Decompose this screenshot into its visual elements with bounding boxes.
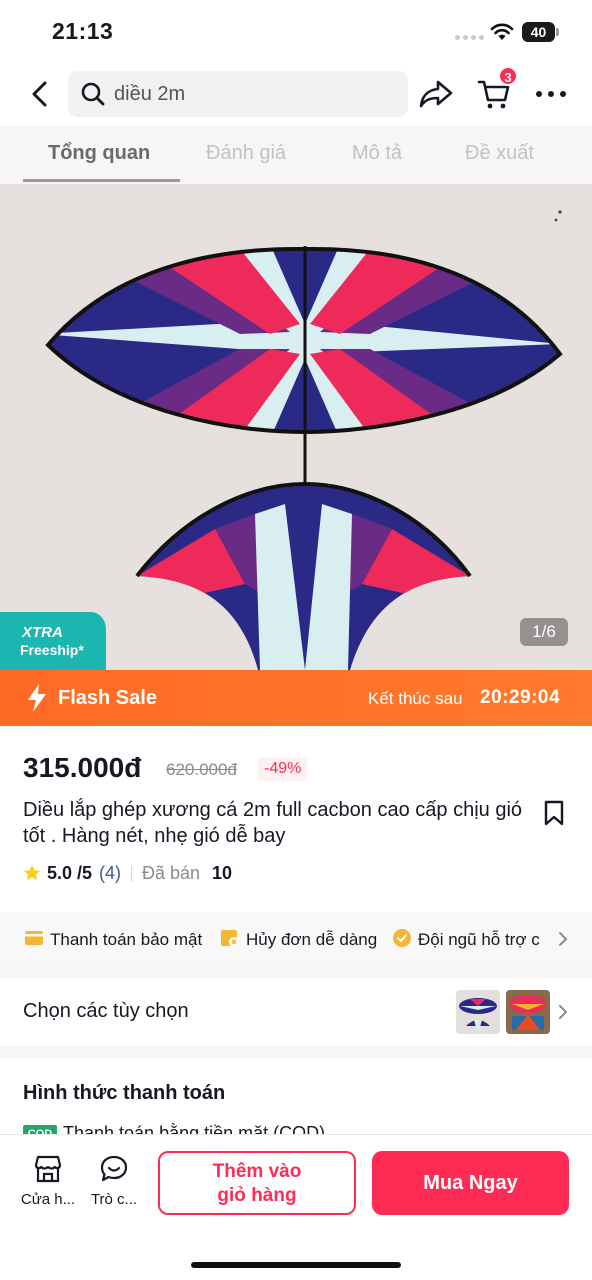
battery-level: 40 [522, 22, 555, 42]
add-to-cart-button[interactable]: Thêm vào giỏ hàng [158, 1151, 356, 1215]
assurance-secure-payment: Thanh toán bảo mật [24, 928, 202, 950]
tab-overview[interactable]: Tổng quan [48, 142, 150, 165]
variant-thumbnail[interactable] [456, 990, 500, 1034]
check-badge-icon [393, 929, 411, 947]
buy-now-button[interactable]: Mua Ngay [372, 1151, 569, 1215]
bookmark-icon[interactable] [542, 800, 566, 826]
battery-icon: 40 [522, 22, 560, 42]
shop-button[interactable]: Cửa h... [16, 1153, 80, 1221]
chevron-right-icon[interactable] [556, 930, 570, 948]
original-price: 620.000đ [166, 760, 237, 779]
product-title: Diều lắp ghép xương cá 2m full cacbon ca… [23, 799, 523, 847]
flash-sale-ends-label: Kết thúc sau [368, 689, 463, 708]
rating-count[interactable]: (4) [99, 863, 121, 884]
assurance-row[interactable]: Thanh toán bảo mật Hủy đơn dễ dàng Đội n… [0, 912, 592, 966]
status-time: 21:13 [52, 18, 114, 44]
rating-divider [131, 866, 132, 882]
top-nav: diều 2m 3 [0, 62, 592, 126]
back-arrow-icon[interactable] [24, 78, 56, 110]
flash-sale-bar: Flash Sale Kết thúc sau 20:29:04 [0, 670, 592, 726]
flash-sale-label: Flash Sale [58, 687, 157, 709]
assurance-support-team: Đội ngũ hỗ trợ c [392, 928, 540, 950]
assurance-easy-cancel: Hủy đơn dễ dàng [220, 928, 377, 950]
tab-reviews[interactable]: Đánh giá [206, 142, 286, 165]
xtra-freeship-badge [0, 612, 106, 670]
tab-description[interactable]: Mô tả [352, 142, 402, 165]
home-indicator[interactable] [191, 1262, 401, 1268]
product-image-gallery[interactable]: XTRA Freeship* 1/6 [0, 184, 592, 670]
chat-button[interactable]: Trò c... [82, 1153, 146, 1221]
shop-label: Cửa h... [20, 1191, 76, 1208]
options-label: Chọn các tùy chọn [23, 1000, 189, 1022]
chat-icon [100, 1155, 128, 1182]
lightning-icon [28, 684, 46, 712]
more-icon[interactable] [534, 82, 568, 106]
search-input[interactable]: diều 2m [68, 71, 408, 117]
chat-label: Trò c... [90, 1191, 138, 1208]
signal-icon [455, 35, 484, 41]
bottom-action-bar: Cửa h... Trò c... Thêm vào giỏ hàng Mua … [0, 1134, 592, 1280]
assurance-label: Đội ngũ hỗ trợ c [418, 930, 540, 949]
section-tabs: Tổng quan Đánh giá Mô tả Đề xuất [0, 126, 592, 184]
store-icon [34, 1155, 62, 1183]
xtra-title: XTRA [22, 624, 63, 641]
tab-recommended[interactable]: Đề xuất [465, 142, 534, 165]
variant-selector[interactable]: Chọn các tùy chọn [0, 978, 592, 1046]
add-to-cart-label-line1: Thêm vào [212, 1161, 302, 1182]
image-counter: 1/6 [520, 618, 568, 646]
assurance-label: Thanh toán bảo mật [50, 930, 203, 949]
sale-price: 315.000đ [23, 752, 142, 783]
star-icon [24, 865, 40, 881]
flash-sale-countdown: 20:29:04 [480, 687, 561, 708]
search-query: diều 2m [114, 83, 186, 105]
wifi-icon [490, 23, 514, 40]
product-image [0, 184, 592, 670]
cancel-order-icon [221, 930, 239, 947]
assurance-label: Hủy đơn dễ dàng [246, 930, 378, 949]
discount-badge: -49% [258, 757, 308, 781]
status-bar: 21:13 40 [0, 0, 592, 62]
card-icon [25, 931, 43, 945]
xtra-subtitle: Freeship* [20, 642, 84, 658]
cart-count-badge: 3 [498, 66, 518, 86]
rating-value: 5.0 /5 [47, 863, 93, 883]
section-divider [0, 966, 592, 978]
search-icon [81, 82, 105, 106]
chevron-right-icon[interactable] [556, 1003, 570, 1021]
share-icon[interactable] [418, 78, 454, 110]
sold-count: 10 [212, 863, 233, 883]
section-divider [0, 1046, 592, 1058]
payment-section-title: Hình thức thanh toán [23, 1082, 226, 1104]
variant-thumbnail[interactable] [506, 990, 550, 1034]
add-to-cart-label-line2: giỏ hàng [217, 1185, 297, 1206]
active-tab-indicator [23, 179, 180, 182]
sold-label: Đã bán [142, 863, 201, 883]
